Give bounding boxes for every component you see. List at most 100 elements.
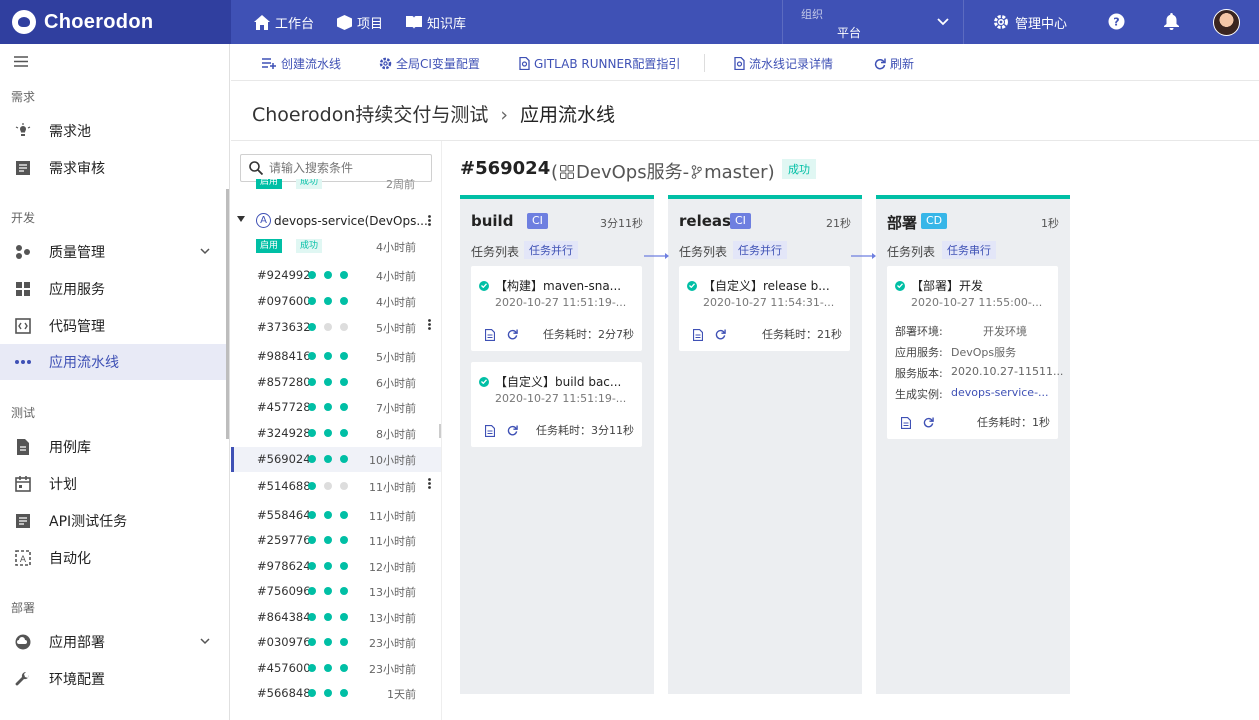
sidebar-item-env-config[interactable]: 环境配置 bbox=[0, 661, 226, 697]
list-item[interactable]: #864384 13小时前 bbox=[231, 605, 441, 630]
more-vertical-icon[interactable] bbox=[428, 215, 431, 226]
nav-workbench[interactable]: 工作台 bbox=[254, 13, 314, 32]
list-item[interactable]: #324928 8小时前 bbox=[231, 421, 441, 446]
stage-type-badge: CI bbox=[527, 213, 548, 229]
detail-key: 部署环境: bbox=[895, 325, 943, 338]
task-card[interactable]: 【自定义】build bac... 2020-10-27 11:51:19-...… bbox=[471, 362, 642, 447]
stage-status-dot bbox=[324, 403, 332, 411]
list-item[interactable]: #566848 1天前 bbox=[231, 681, 441, 706]
check-circle-icon bbox=[687, 280, 697, 291]
list-item[interactable]: #457728 7小时前 bbox=[231, 395, 441, 420]
bell-icon[interactable] bbox=[1164, 13, 1179, 30]
more-vertical-icon[interactable] bbox=[428, 319, 431, 330]
stage-status-dot bbox=[308, 689, 316, 697]
doc-search-icon bbox=[519, 57, 530, 70]
create-pipeline-label: 创建流水线 bbox=[281, 57, 342, 71]
list-item[interactable]: #756096 13小时前 bbox=[231, 579, 441, 604]
pipeline-records-button[interactable]: 流水线记录详情 bbox=[734, 55, 833, 72]
sidebar-item-label: 应用部署 bbox=[49, 635, 105, 651]
log-document-icon[interactable] bbox=[901, 417, 911, 429]
list-item[interactable]: #857280 6小时前 bbox=[231, 370, 441, 395]
list-item[interactable]: #373632 5小时前 bbox=[231, 315, 441, 340]
task-card[interactable]: 【部署】开发 2020-10-27 11:55:00-... 部署环境: 开发环境 应用… bbox=[887, 266, 1063, 439]
partial-list-item[interactable]: 启用 成功 2周前 bbox=[256, 179, 441, 191]
retry-icon[interactable] bbox=[507, 425, 518, 436]
pipeline-run-id: #756096 bbox=[257, 584, 311, 598]
sidebar-item-automation[interactable]: A 自动化 bbox=[0, 540, 226, 576]
list-item[interactable]: #924992 4小时前 bbox=[231, 263, 441, 288]
create-pipeline-button[interactable]: 创建流水线 bbox=[262, 55, 341, 72]
log-document-icon[interactable] bbox=[693, 329, 703, 341]
list-item[interactable]: #030976 23小时前 bbox=[231, 630, 441, 655]
list-item[interactable]: #514688 11小时前 bbox=[231, 474, 441, 499]
list-item[interactable]: #097600 4小时前 bbox=[231, 289, 441, 314]
task-card[interactable]: 【自定义】release b... 2020-10-27 11:54:31-...… bbox=[679, 266, 850, 351]
list-item[interactable]: #988416 5小时前 bbox=[231, 344, 441, 369]
sidebar-item-requirement-review[interactable]: 需求审核 bbox=[0, 150, 226, 186]
sidebar-item-pipeline[interactable]: 应用流水线 bbox=[0, 344, 226, 380]
stage-dots bbox=[308, 587, 348, 595]
more-vertical-icon[interactable] bbox=[428, 478, 431, 489]
detail-value[interactable]: devops-service-... bbox=[951, 386, 1049, 399]
retry-icon[interactable] bbox=[715, 329, 726, 340]
list-item[interactable]: #978624 12小时前 bbox=[231, 554, 441, 579]
list-item[interactable]: #259776 11小时前 bbox=[231, 528, 441, 553]
help-icon[interactable]: ? bbox=[1108, 13, 1125, 30]
sidebar-item-plan[interactable]: 计划 bbox=[0, 466, 226, 502]
log-document-icon[interactable] bbox=[485, 329, 495, 341]
task-card[interactable]: 【构建】maven-sna... 2020-10-27 11:51:19-... 任… bbox=[471, 266, 642, 351]
enabled-tag: 启用 bbox=[256, 239, 283, 253]
search-box[interactable] bbox=[240, 154, 432, 182]
sidebar-item-code[interactable]: 代码管理 bbox=[0, 308, 226, 344]
logo[interactable]: Choerodon bbox=[0, 0, 231, 44]
sidebar-item-label: 应用流水线 bbox=[49, 355, 119, 371]
stage-dots bbox=[308, 455, 348, 463]
bulb-icon bbox=[15, 123, 31, 136]
sidebar-item-quality[interactable]: 质量管理 bbox=[0, 234, 226, 270]
run-time: 12小时前 bbox=[369, 561, 416, 574]
list-item[interactable]: #558464 11小时前 bbox=[231, 503, 441, 528]
task-detail-row: 生成实例: devops-service-... bbox=[895, 386, 1049, 402]
list-time: 2周前 bbox=[386, 179, 415, 191]
document-icon bbox=[17, 439, 29, 455]
sidebar-item-api-test[interactable]: API测试任务 bbox=[0, 503, 226, 539]
pipeline-list-panel: 启用 成功 2周前 A devops-service(DevOps... 启用 … bbox=[231, 141, 442, 720]
task-detail-row: 服务版本: 2020.10.27-11511... bbox=[895, 365, 1063, 381]
list-item[interactable]: #457600 23小时前 bbox=[231, 656, 441, 681]
search-input[interactable] bbox=[269, 161, 419, 175]
stage-dots bbox=[308, 323, 348, 331]
retry-icon[interactable] bbox=[507, 329, 518, 340]
list-scrollbar[interactable] bbox=[439, 424, 441, 438]
sidebar-item-app-service[interactable]: 应用服务 bbox=[0, 271, 226, 307]
menu-icon[interactable] bbox=[14, 56, 28, 67]
success-tag: 成功 bbox=[296, 239, 323, 253]
nav-project[interactable]: 项目 bbox=[337, 13, 383, 32]
nav-knowledge[interactable]: 知识库 bbox=[406, 13, 466, 32]
sidebar-item-requirement-pool[interactable]: 需求池 bbox=[0, 113, 226, 149]
sidebar-scrollbar[interactable] bbox=[226, 189, 229, 439]
sidebar-item-app-deploy[interactable]: 应用部署 bbox=[0, 624, 226, 660]
pipeline-run-id: #030976 bbox=[257, 635, 311, 649]
pipeline-run-id: #373632 bbox=[257, 320, 311, 334]
stage-status-dot bbox=[340, 689, 348, 697]
sidebar-item-cases[interactable]: 用例库 bbox=[0, 429, 226, 465]
run-time: 11小时前 bbox=[369, 535, 416, 548]
caret-down-icon[interactable] bbox=[237, 216, 245, 222]
org-selector[interactable]: 组织 平台 bbox=[782, 0, 964, 44]
stage-status-dot bbox=[324, 271, 332, 279]
sidebar-item-label: 自动化 bbox=[49, 551, 91, 567]
pipeline-group[interactable]: A devops-service(DevOps... 启用 成功 4小时前 bbox=[231, 207, 441, 257]
list-item[interactable]: #569024 10小时前 bbox=[231, 447, 441, 472]
log-document-icon[interactable] bbox=[485, 425, 495, 437]
section-test: 测试 bbox=[11, 406, 36, 420]
sidebar-item-label: API测试任务 bbox=[49, 514, 128, 530]
breadcrumb-parent[interactable]: Choerodon持续交付与测试 bbox=[252, 104, 488, 126]
service-name: DevOps服务- bbox=[576, 162, 690, 183]
user-avatar[interactable] bbox=[1213, 9, 1240, 36]
refresh-button[interactable]: 刷新 bbox=[874, 55, 914, 72]
retry-icon[interactable] bbox=[923, 417, 934, 428]
gitlab-runner-guide-button[interactable]: GITLAB RUNNER配置指引 bbox=[519, 55, 680, 72]
global-ci-variable-button[interactable]: 全局CI变量配置 bbox=[379, 55, 480, 72]
management-center-button[interactable]: 管理中心 bbox=[993, 0, 1067, 44]
detail-value: 开发环境 bbox=[983, 325, 1027, 338]
